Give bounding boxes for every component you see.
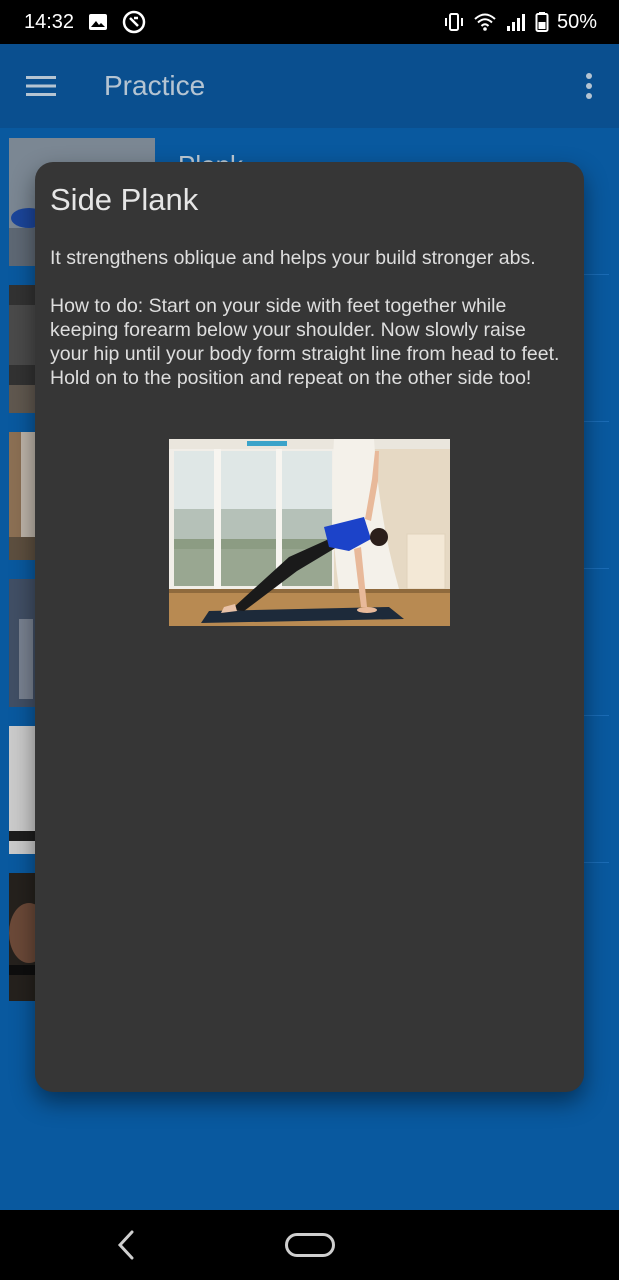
dialog-description: It strengthens oblique and helps your bu… bbox=[50, 247, 536, 269]
dialog-how-to: How to do: Start on your side with feet … bbox=[50, 295, 560, 389]
exercise-image bbox=[169, 439, 450, 626]
exercise-detail-dialog: Side Plank It strengthens oblique and he… bbox=[35, 162, 584, 1092]
battery-icon bbox=[535, 11, 549, 33]
home-button[interactable] bbox=[285, 1233, 335, 1257]
back-button[interactable] bbox=[110, 1228, 142, 1262]
wifi-icon bbox=[473, 12, 497, 32]
screen: 14:32 50% Practice Side Plank It strengt… bbox=[0, 0, 619, 1280]
sync-circle-icon bbox=[122, 10, 146, 34]
system-nav-bar bbox=[0, 1210, 619, 1280]
signal-icon bbox=[505, 12, 527, 32]
vibrate-icon bbox=[443, 11, 465, 33]
battery-percent: 50% bbox=[556, 10, 597, 33]
back-chevron-icon bbox=[117, 1230, 134, 1260]
status-time: 14:32 bbox=[24, 10, 75, 33]
image-icon bbox=[88, 13, 108, 31]
status-bar: 14:32 50% bbox=[0, 0, 619, 44]
dialog-title: Side Plank bbox=[50, 182, 199, 217]
